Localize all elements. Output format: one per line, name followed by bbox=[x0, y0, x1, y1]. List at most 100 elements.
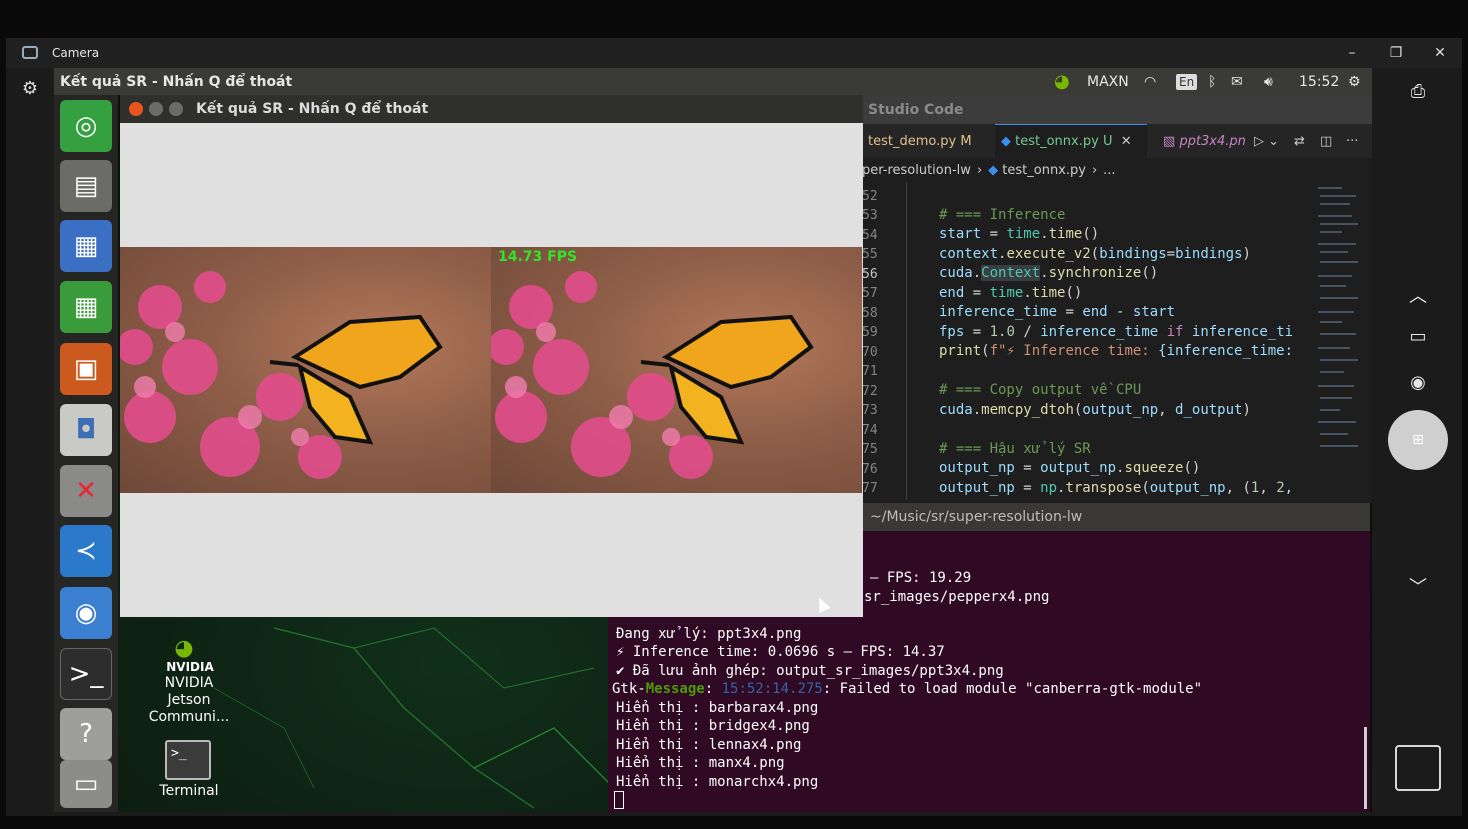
terminal-line: Hiển thị : lennax4.png bbox=[616, 737, 802, 753]
line-number: 59 bbox=[862, 325, 878, 340]
breadcrumb: per-resolution-lw › ◆ test_onnx.py › ... bbox=[862, 158, 1372, 182]
impress-icon[interactable]: ▣ bbox=[60, 343, 112, 395]
butterfly-image bbox=[491, 271, 814, 479]
help-icon[interactable]: ? bbox=[60, 708, 112, 760]
shutter-button[interactable]: ⊞ bbox=[1388, 410, 1448, 470]
calc-icon[interactable]: ▦ bbox=[60, 281, 112, 333]
minimize-icon[interactable]: – bbox=[1330, 38, 1374, 68]
code-line: start = time.time() bbox=[939, 226, 1100, 242]
terminal-shortcut-label[interactable]: Terminal bbox=[150, 783, 228, 800]
restore-icon[interactable]: ❐ bbox=[1374, 38, 1418, 68]
line-number: 56 bbox=[862, 267, 878, 282]
chevron-up-icon[interactable]: ︿ bbox=[1400, 277, 1436, 313]
vscode-title: Studio Code bbox=[862, 95, 1372, 124]
line-number: 76 bbox=[862, 462, 878, 477]
panel-window-title: Kết quả SR - Nhấn Q để thoát bbox=[60, 73, 293, 90]
tab-badge: M bbox=[960, 133, 972, 149]
code-line: # === Hậu xử lý SR bbox=[939, 441, 1091, 457]
run-icon[interactable]: ▷ ⌄ bbox=[1248, 124, 1285, 158]
super-resolved-image bbox=[491, 247, 862, 493]
line-number: 73 bbox=[862, 403, 878, 418]
terminal-title: ~/Music/sr/super-resolution-lw bbox=[862, 503, 1370, 531]
nvidia-icon[interactable]: ◕ bbox=[1054, 68, 1070, 95]
split-editor-icon[interactable]: ◫ bbox=[1314, 124, 1338, 158]
files-icon[interactable]: ▤ bbox=[60, 160, 112, 212]
line-number: 55 bbox=[862, 247, 878, 262]
system-settings-icon[interactable]: ⚙ bbox=[1348, 68, 1361, 95]
vscode-icon[interactable]: ≺ bbox=[60, 525, 112, 577]
line-number: 53 bbox=[862, 208, 878, 223]
code-line: cuda.Context.synchronize() bbox=[939, 265, 1159, 281]
code-line: inference_time = end - start bbox=[939, 304, 1176, 320]
nvidia-shortcut-label[interactable]: NVIDIA Jetson Communi... bbox=[140, 675, 238, 726]
code-line: end = time.time() bbox=[939, 285, 1083, 301]
mail-icon[interactable]: ✉ bbox=[1231, 68, 1243, 95]
nvidia-logo-text: NVIDIA bbox=[166, 660, 214, 674]
terminal-line: Hiển thị : barbarax4.png bbox=[616, 700, 819, 716]
power-mode[interactable]: MAXN bbox=[1087, 68, 1129, 95]
terminal-line: — FPS: 19.29 bbox=[870, 570, 972, 586]
camera-titlebar: Camera bbox=[6, 38, 1462, 68]
python-file-icon: ◆ bbox=[1001, 134, 1011, 149]
terminal-scrollbar[interactable] bbox=[1364, 727, 1367, 809]
close-icon[interactable] bbox=[129, 102, 143, 116]
close-icon[interactable]: ✕ bbox=[1418, 38, 1462, 68]
bluetooth-icon[interactable]: ᛒ bbox=[1208, 68, 1216, 95]
breadcrumb-file[interactable]: test_onnx.py bbox=[1002, 163, 1086, 178]
terminal-cursor bbox=[614, 791, 624, 809]
software-icon[interactable]: ◘ bbox=[60, 404, 112, 456]
tab-label: ppt3x4.pn bbox=[1179, 133, 1246, 149]
preview-thumbnail[interactable] bbox=[1395, 745, 1441, 791]
close-tab-icon[interactable]: ✕ bbox=[1121, 134, 1132, 149]
tab-badge: U bbox=[1102, 134, 1113, 149]
tab-test-onnx[interactable]: ◆ test_onnx.py U ✕ bbox=[995, 124, 1147, 158]
code-line: output_np = np.transpose(output_np, (1, … bbox=[939, 480, 1294, 496]
chevron-down-icon[interactable]: ﹀ bbox=[1400, 568, 1436, 604]
camera-switch-icon[interactable]: ⎙ bbox=[1400, 73, 1436, 109]
system-tools-icon[interactable]: ✕ bbox=[60, 465, 112, 517]
code-editor[interactable]: 52 53 54 55 56 57 58 59 70 71 72 73 74 7… bbox=[862, 182, 1307, 500]
tab-test-demo[interactable]: test_demo.py M bbox=[862, 124, 978, 158]
code-line: fps = 1.0 / inference_time if inference_… bbox=[939, 324, 1294, 340]
keyboard-layout[interactable]: En bbox=[1176, 68, 1198, 95]
clock[interactable]: 15:52 bbox=[1299, 68, 1339, 95]
chevron-right-icon: › bbox=[976, 162, 983, 178]
terminal-line: ⚡ Inference time: 0.0696 s — FPS: 14.37 bbox=[616, 644, 945, 660]
compare-icon[interactable]: ⇄ bbox=[1288, 124, 1311, 158]
terminal-icon[interactable]: >_ bbox=[60, 648, 112, 700]
qr-icon: ⊞ bbox=[1412, 432, 1424, 448]
wifi-icon[interactable]: ◠ bbox=[1144, 68, 1156, 95]
sr-window-title: Kết quả SR - Nhấn Q để thoát bbox=[196, 101, 429, 117]
terminal-shortcut-icon[interactable]: >_ bbox=[165, 740, 211, 780]
code-line: context.execute_v2(bindings=bindings) bbox=[939, 246, 1251, 262]
volume-icon[interactable]: 🔊︎ bbox=[1264, 68, 1273, 95]
video-icon[interactable]: ▭ bbox=[1400, 318, 1436, 354]
tab-ppt-image[interactable]: ▧ ppt3x4.pn bbox=[1157, 124, 1252, 158]
photo-icon[interactable]: ◉ bbox=[1400, 364, 1436, 400]
writer-icon[interactable]: ▦ bbox=[60, 220, 112, 272]
chromium-icon[interactable]: ◉ bbox=[60, 587, 112, 639]
code-line: cuda.memcpy_dtoh(output_np, d_output) bbox=[939, 402, 1251, 418]
chevron-right-icon: › bbox=[1091, 162, 1098, 178]
drive-icon[interactable]: ▭ bbox=[60, 760, 112, 808]
code-line: output_np = output_np.squeeze() bbox=[939, 460, 1201, 476]
more-actions-icon[interactable]: ··· bbox=[1340, 124, 1364, 158]
camera-title: Camera bbox=[52, 46, 100, 60]
tab-label: test_onnx.py bbox=[1015, 134, 1099, 149]
dash-icon[interactable]: ◎ bbox=[60, 100, 112, 152]
code-line: # === Copy output về CPU bbox=[939, 382, 1142, 398]
terminal-line: Hiển thị : monarchx4.png bbox=[616, 774, 819, 790]
breadcrumb-folder[interactable]: per-resolution-lw bbox=[862, 163, 971, 178]
maximize-icon[interactable] bbox=[169, 102, 183, 116]
minimap[interactable] bbox=[1312, 182, 1364, 500]
settings-icon[interactable]: ⚙ bbox=[18, 76, 42, 100]
image-file-icon: ▧ bbox=[1163, 133, 1176, 149]
line-number: 70 bbox=[862, 345, 878, 360]
fps-overlay: 14.73 FPS bbox=[498, 249, 578, 265]
tab-label: test_demo.py bbox=[868, 133, 957, 149]
line-number: 54 bbox=[862, 228, 878, 243]
terminal-line: Hiển thị : bridgex4.png bbox=[616, 718, 810, 734]
breadcrumb-symbol[interactable]: ... bbox=[1103, 163, 1115, 178]
minimize-icon[interactable] bbox=[149, 102, 163, 116]
python-file-icon: ◆ bbox=[988, 162, 999, 178]
